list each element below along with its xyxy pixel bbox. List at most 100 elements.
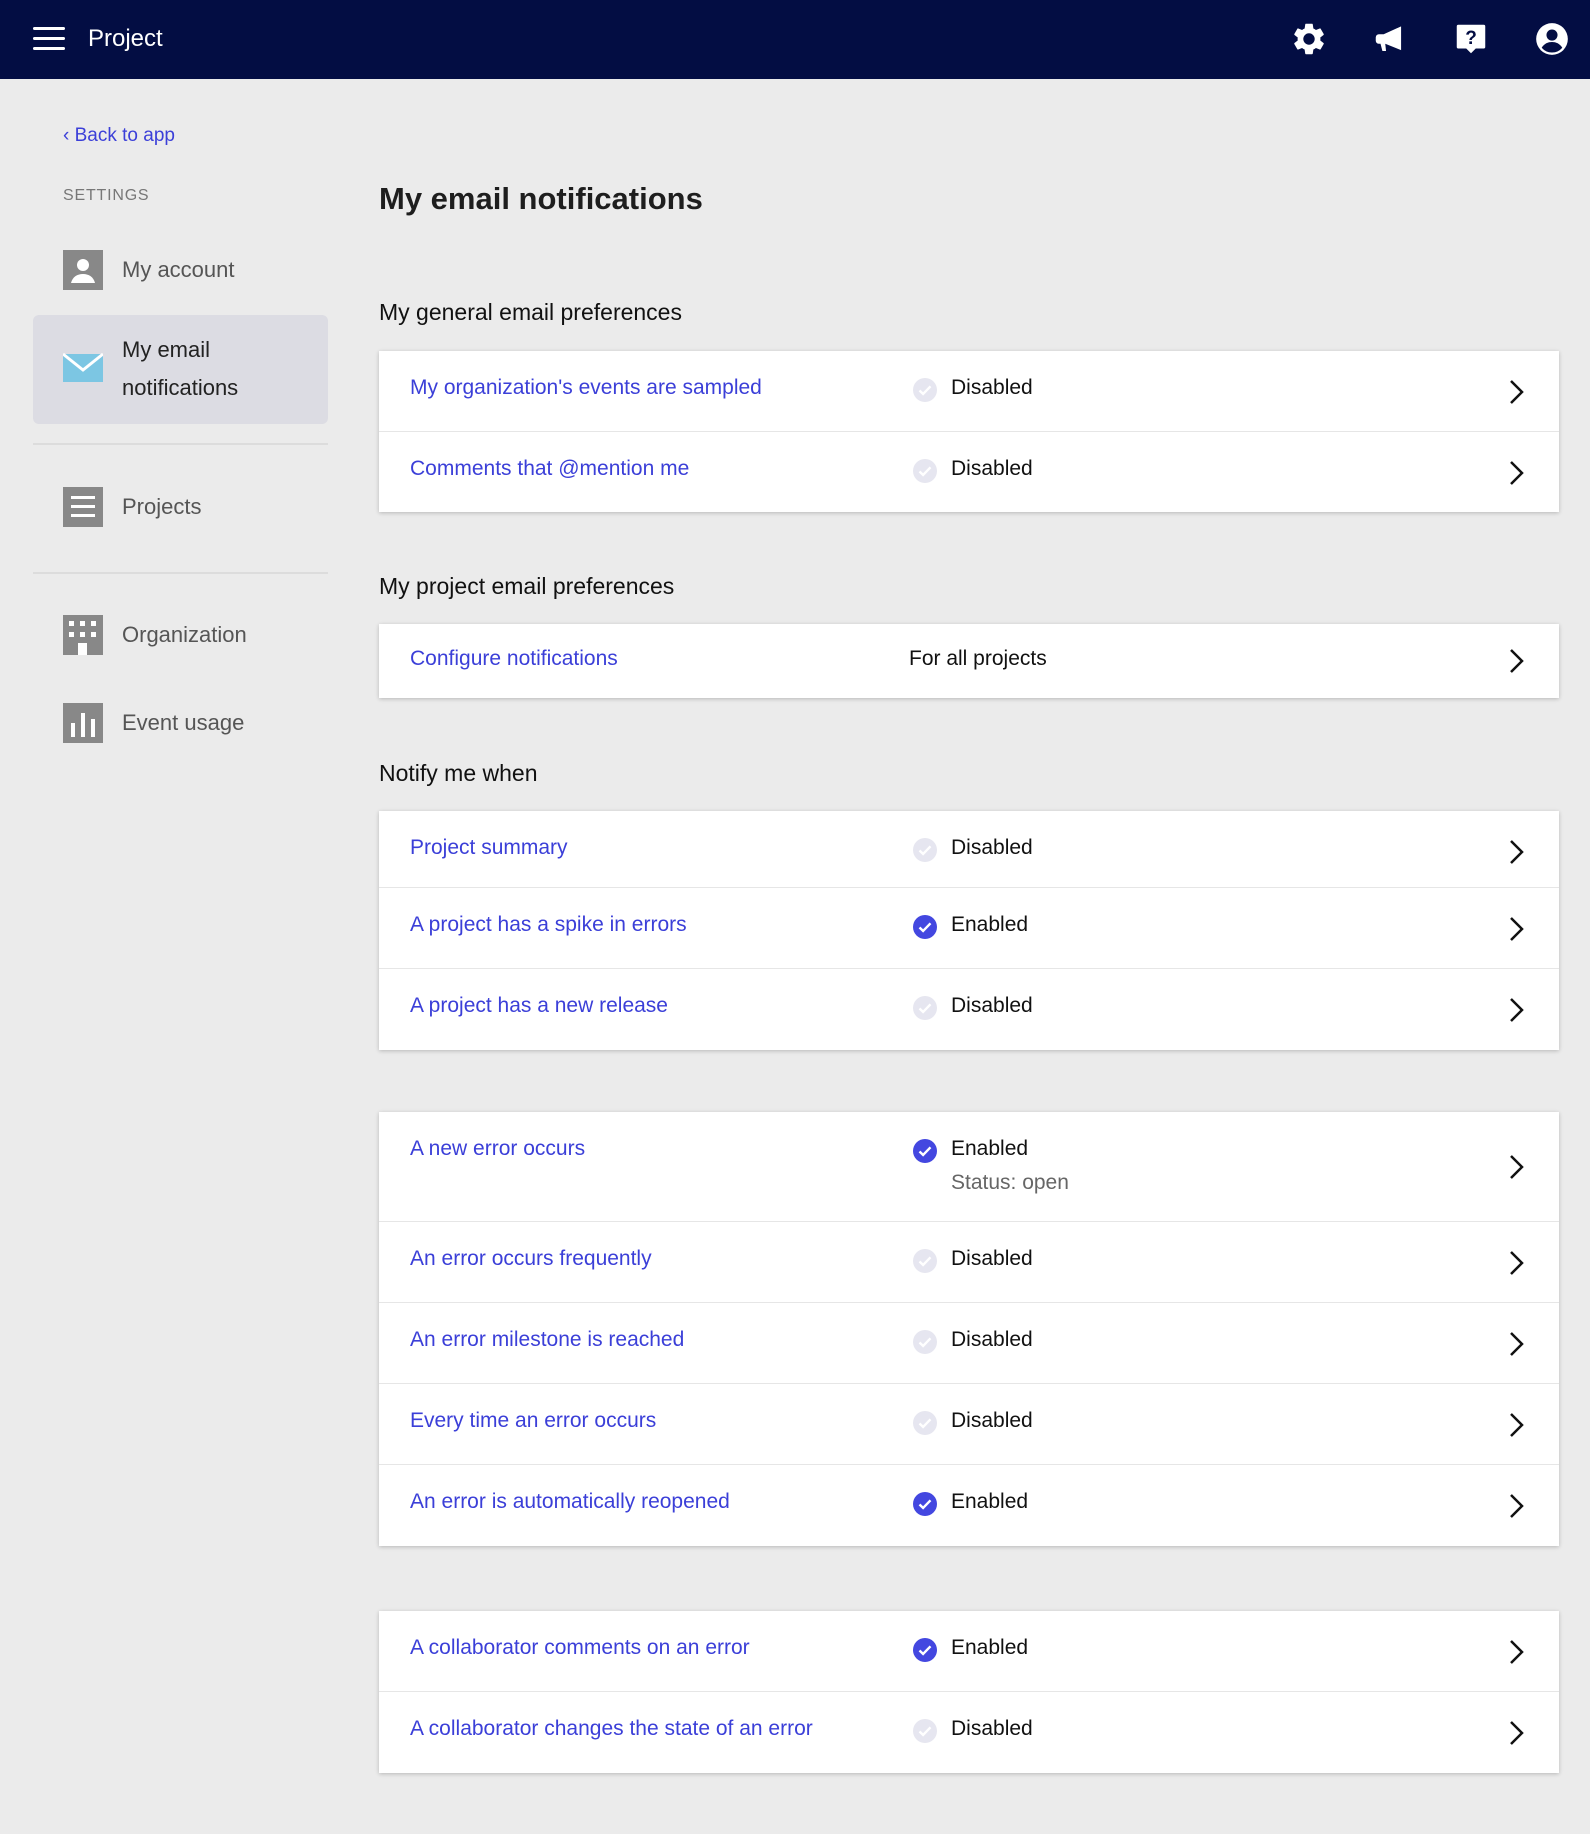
row-label[interactable]: A collaborator comments on an error — [410, 1633, 750, 1663]
project-preferences-heading: My project email preferences — [379, 573, 675, 599]
disabled-check-icon — [913, 1411, 937, 1435]
an-error-is-automatically-reopened-row[interactable]: An error is automatically reopened Enable… — [379, 1465, 1559, 1546]
row-label[interactable]: Project summary — [410, 833, 568, 863]
a-collaborator-changes-the-state-of-an-error-row[interactable]: A collaborator changes the state of an e… — [379, 1692, 1559, 1773]
row-label[interactable]: Comments that @mention me — [410, 454, 689, 484]
a-collaborator-comments-on-an-error-row[interactable]: A collaborator comments on an error Enabl… — [379, 1611, 1559, 1692]
row-label[interactable]: A project has a new release — [410, 991, 668, 1021]
project-preferences-card: Configure notifications For all projects — [379, 624, 1559, 698]
row-label[interactable]: Every time an error occurs — [410, 1406, 656, 1436]
account-icon — [63, 250, 103, 290]
status-text: Enabled — [951, 1137, 1029, 1160]
disabled-check-icon — [913, 378, 937, 402]
status-text: Disabled — [951, 1409, 1033, 1432]
chevron-right-icon[interactable] — [1505, 1491, 1527, 1521]
gear-icon[interactable] — [1290, 20, 1328, 58]
chevron-right-icon[interactable] — [1505, 914, 1527, 944]
sidebar-item-projects[interactable]: Projects — [33, 485, 328, 529]
row-label[interactable]: A new error occurs — [410, 1134, 585, 1164]
check-circle-icon — [913, 1638, 937, 1662]
sidebar-item-label: My email notifications — [122, 337, 239, 400]
disabled-check-icon — [913, 1330, 937, 1354]
disabled-check-icon — [913, 1249, 937, 1273]
row-label[interactable]: An error is automatically reopened — [410, 1487, 730, 1517]
user-account-icon[interactable] — [1533, 20, 1571, 58]
status-text: Disabled — [951, 1247, 1033, 1270]
status-text: Disabled — [951, 1717, 1033, 1740]
chevron-right-icon[interactable] — [1505, 458, 1527, 488]
error-notifications-card: A new error occurs Enabled Status: open An … — [379, 1112, 1559, 1546]
projects-icon — [63, 487, 103, 527]
chevron-right-icon[interactable] — [1505, 995, 1527, 1025]
chevron-right-icon[interactable] — [1505, 837, 1527, 867]
check-circle-icon — [913, 1139, 937, 1163]
collaborator-notifications-card: A collaborator comments on an error Enabl… — [379, 1611, 1559, 1773]
row-label[interactable]: A collaborator changes the state of an e… — [410, 1714, 813, 1744]
help-icon[interactable]: ? — [1452, 20, 1490, 58]
app-title: Project — [88, 25, 163, 52]
status-text: Disabled — [951, 994, 1033, 1017]
every-time-an-error-occurs-row[interactable]: Every time an error occurs Disabled — [379, 1384, 1559, 1465]
notify-me-when-heading: Notify me when — [379, 760, 538, 786]
chevron-right-icon[interactable] — [1505, 1637, 1527, 1667]
general-preferences-heading: My general email preferences — [379, 299, 682, 325]
a-project-has-a-new-release-row[interactable]: A project has a new release Disabled — [379, 969, 1559, 1050]
status-text: Disabled — [951, 1328, 1033, 1351]
disabled-check-icon — [913, 1719, 937, 1743]
row-label[interactable]: Configure notifications — [410, 644, 618, 674]
comments-that-mention-me-row[interactable]: Comments that @mention me Disabled — [379, 432, 1559, 512]
configure-notifications-row[interactable]: Configure notifications For all projects — [379, 624, 1559, 698]
envelope-icon — [62, 348, 104, 388]
chevron-right-icon[interactable] — [1505, 1718, 1527, 1748]
an-error-milestone-is-reached-row[interactable]: An error milestone is reached Disabled — [379, 1303, 1559, 1384]
sidebar-item-label: Event usage — [122, 710, 245, 735]
sidebar-item-label: Projects — [122, 494, 202, 519]
chevron-right-icon[interactable] — [1505, 1152, 1527, 1182]
check-circle-icon — [913, 1492, 937, 1516]
a-project-has-a-spike-in-errors-row[interactable]: A project has a spike in errors Enabled — [379, 888, 1559, 969]
row-label[interactable]: An error occurs frequently — [410, 1244, 652, 1274]
row-label[interactable]: My organization's events are sampled — [410, 373, 762, 403]
top-bar: Project ? — [0, 0, 1590, 79]
status-text: Disabled — [951, 836, 1033, 859]
row-value: For all projects — [909, 647, 1047, 670]
chevron-right-icon[interactable] — [1505, 646, 1527, 676]
megaphone-icon[interactable] — [1371, 20, 1409, 58]
settings-section-label: SETTINGS — [63, 187, 150, 204]
page-title: My email notifications — [379, 181, 703, 216]
an-error-occurs-frequently-row[interactable]: An error occurs frequently Disabled — [379, 1222, 1559, 1303]
svg-text:?: ? — [1465, 28, 1477, 49]
check-circle-icon — [913, 915, 937, 939]
chevron-right-icon[interactable] — [1505, 1248, 1527, 1278]
sidebar-divider — [33, 443, 328, 445]
building-icon — [63, 615, 103, 655]
status-text: Enabled — [951, 913, 1029, 936]
my-organization-s-events-are-sampled-row[interactable]: My organization's events are sampled Disa… — [379, 351, 1559, 432]
chevron-right-icon[interactable] — [1505, 1410, 1527, 1440]
row-label[interactable]: An error milestone is reached — [410, 1325, 684, 1355]
general-preferences-card: My organization's events are sampled Disa… — [379, 351, 1559, 512]
project-summary-card: Project summary Disabled A project has a s… — [379, 811, 1559, 1050]
status-text: Disabled — [951, 376, 1033, 399]
chevron-right-icon[interactable] — [1505, 377, 1527, 407]
a-new-error-occurs-row[interactable]: A new error occurs Enabled Status: open — [379, 1112, 1559, 1222]
sidebar-item-my-email-notifications[interactable]: My email notifications — [33, 315, 328, 424]
status-subtext: Status: open — [951, 1171, 1069, 1194]
status-text: Enabled — [951, 1636, 1029, 1659]
sidebar-item-label: Organization — [122, 622, 247, 647]
row-label[interactable]: A project has a spike in errors — [410, 910, 687, 940]
sidebar-item-organization[interactable]: Organization — [33, 613, 328, 657]
sidebar-divider — [33, 572, 328, 574]
chevron-right-icon[interactable] — [1505, 1329, 1527, 1359]
project-summary-row[interactable]: Project summary Disabled — [379, 811, 1559, 888]
sidebar-item-label: My account — [122, 257, 235, 282]
sidebar-item-my-account[interactable]: My account — [33, 248, 328, 292]
bar-chart-icon — [63, 703, 103, 743]
status-text: Enabled — [951, 1490, 1029, 1513]
sidebar-item-event-usage[interactable]: Event usage — [33, 701, 328, 745]
disabled-check-icon — [913, 459, 937, 483]
disabled-check-icon — [913, 838, 937, 862]
hamburger-menu-icon[interactable] — [30, 24, 68, 54]
back-to-app-link[interactable]: ‹ Back to app — [63, 123, 175, 149]
disabled-check-icon — [913, 996, 937, 1020]
